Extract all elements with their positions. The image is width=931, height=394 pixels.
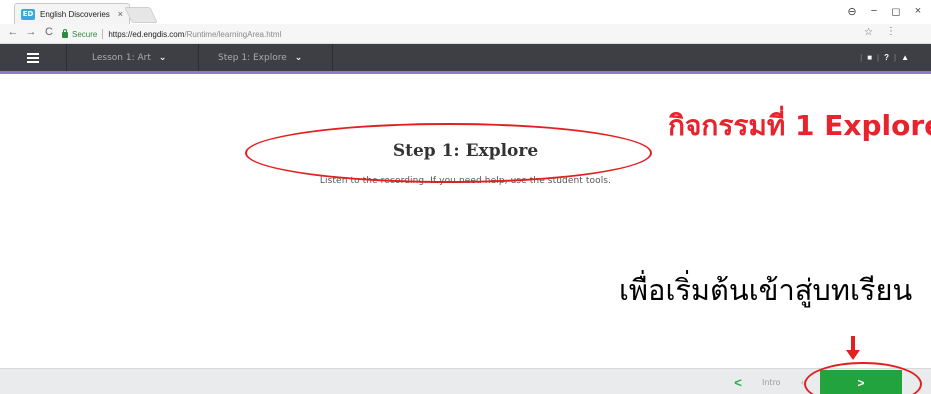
tool-divider: | xyxy=(894,53,897,62)
highlight-oval-next xyxy=(804,362,922,394)
maximize-button[interactable]: ◻ xyxy=(886,5,906,18)
close-window-button[interactable]: × xyxy=(908,5,928,17)
step-dropdown[interactable]: Step 1: Explore ⌄ xyxy=(218,44,302,71)
url-host: https://ed.engdis.com xyxy=(108,29,185,39)
lock-icon xyxy=(62,29,68,38)
browser-tab[interactable]: ED English Discoveries × xyxy=(14,3,130,24)
app-header: Lesson 1: Art ⌄ Step 1: Explore ⌄ | ■ | … xyxy=(0,44,931,74)
user-icon[interactable]: ▲ xyxy=(901,53,909,62)
tool-divider: | xyxy=(860,53,863,62)
browser-tab-strip: ED English Discoveries × ⊖ − ◻ × xyxy=(0,0,931,24)
tab-title: English Discoveries xyxy=(40,9,110,19)
chevron-down-icon: ⌄ xyxy=(294,52,303,63)
tab-close-icon[interactable]: × xyxy=(118,9,123,19)
intro-link[interactable]: Intro xyxy=(762,369,781,394)
annotation-activity-label: กิจกรรมที่ 1 Explore xyxy=(668,109,931,142)
help-icon[interactable]: ? xyxy=(884,53,889,62)
notes-icon[interactable]: ■ xyxy=(867,53,872,62)
lesson-dropdown[interactable]: Lesson 1: Art ⌄ xyxy=(92,44,166,71)
forward-button[interactable]: → xyxy=(24,26,38,38)
url-divider xyxy=(102,29,104,39)
annotation-start-label: เพื่อเริ่มต้นเข้าสู่บทเรียน xyxy=(619,273,913,307)
bookmark-star-icon[interactable]: ☆ xyxy=(864,27,873,38)
browser-menu-icon[interactable]: ⋮ xyxy=(886,26,896,37)
student-tools: | ■ | ? | ▲ xyxy=(855,44,909,71)
hamburger-menu-icon[interactable] xyxy=(0,44,66,71)
header-divider xyxy=(198,44,199,71)
step-label: Step 1: Explore xyxy=(218,52,287,63)
reload-button[interactable]: C xyxy=(42,26,56,38)
lesson-label: Lesson 1: Art xyxy=(92,52,151,63)
chevron-down-icon: ⌄ xyxy=(158,52,167,63)
back-button[interactable]: ← xyxy=(6,26,20,38)
tool-divider: | xyxy=(877,53,880,62)
minimize-button[interactable]: − xyxy=(864,5,884,17)
secure-label: Secure xyxy=(72,29,98,39)
prev-button[interactable]: < xyxy=(728,369,748,394)
header-divider xyxy=(66,44,67,71)
down-arrow-icon xyxy=(846,336,860,362)
account-icon[interactable]: ⊖ xyxy=(842,5,862,18)
header-divider xyxy=(332,44,333,71)
footer-navigation: < Intro ‹ > xyxy=(0,368,931,394)
highlight-oval-title xyxy=(245,123,652,183)
url-path: /Runtime/learningArea.html xyxy=(184,29,282,39)
url-bar[interactable]: Secure https://ed.engdis.com/Runtime/lea… xyxy=(62,27,897,41)
address-bar-row: ← → C Secure https://ed.engdis.com/Runti… xyxy=(0,24,931,44)
site-favicon-icon: ED xyxy=(21,8,35,20)
